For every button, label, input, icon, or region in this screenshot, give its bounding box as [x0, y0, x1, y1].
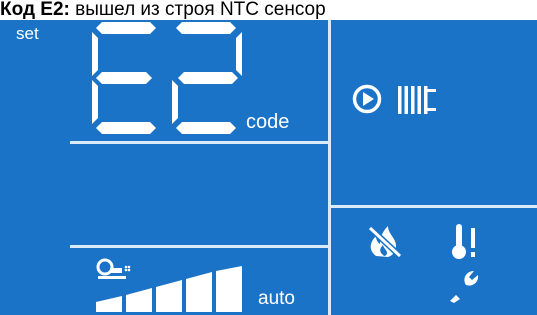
- error-caption-message: вышел из строя NTC сенсор: [69, 0, 326, 20]
- code-label: code: [246, 111, 290, 133]
- pump-play-icon: [352, 84, 382, 114]
- divider-horizontal-lower: [70, 245, 328, 248]
- divider-horizontal-right: [330, 205, 537, 208]
- error-code-segment-display: E2: [92, 22, 242, 134]
- segment-char-2: [172, 22, 242, 134]
- burner-off-icon: [367, 225, 403, 259]
- power-level-bar-5: [216, 266, 242, 312]
- segment-char-e: [92, 22, 156, 134]
- power-level-bar-4: [186, 272, 212, 312]
- set-label: set: [16, 24, 39, 43]
- auto-label: auto: [258, 288, 295, 309]
- temperature-alert-icon: [452, 224, 475, 259]
- boiler-lcd-display: set E2 code: [0, 20, 537, 315]
- divider-vertical: [328, 20, 331, 315]
- power-level-bars: [96, 266, 242, 312]
- error-caption: Код E2: вышел из строя NTC сенсор: [0, 0, 537, 20]
- wrench-icon: [450, 271, 479, 303]
- divider-horizontal-upper: [70, 141, 328, 144]
- radiator-icon: [398, 86, 436, 114]
- power-level-bar-1: [96, 296, 122, 312]
- power-level-bar-3: [156, 280, 182, 312]
- seven-segment-digits: [92, 22, 242, 134]
- power-level-bar-2: [126, 288, 152, 312]
- error-caption-code: Код E2:: [0, 0, 70, 20]
